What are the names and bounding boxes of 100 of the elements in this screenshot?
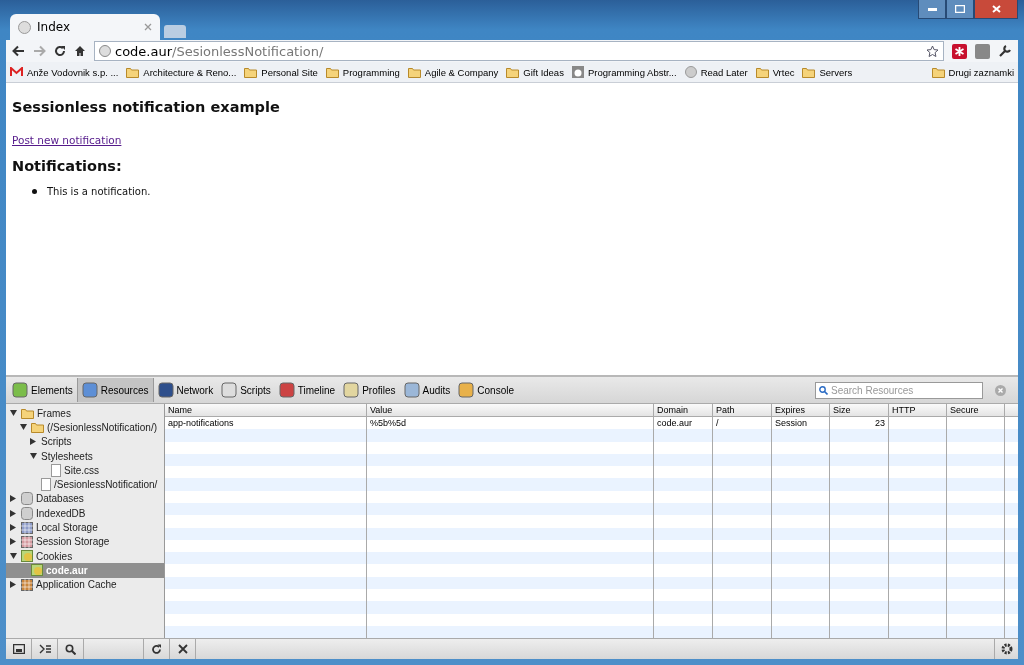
bookmark-item[interactable]: Programming bbox=[325, 66, 400, 78]
panel-icon bbox=[278, 382, 295, 398]
devtools-tab[interactable]: Timeline bbox=[274, 378, 340, 402]
bookmark-item[interactable]: Gift Ideas bbox=[506, 66, 564, 78]
close-button[interactable] bbox=[974, 0, 1018, 19]
globe-icon bbox=[684, 66, 697, 78]
panel-icon bbox=[403, 382, 420, 398]
devtools-tab[interactable]: Scripts bbox=[217, 378, 275, 402]
folder-icon bbox=[21, 407, 34, 419]
tree-item[interactable]: IndexedDB bbox=[6, 506, 164, 521]
bookmark-item[interactable]: Personal Site bbox=[244, 66, 318, 78]
expanded-triangle-icon[interactable] bbox=[10, 553, 17, 560]
wrench-icon[interactable] bbox=[998, 44, 1012, 58]
folder-icon bbox=[244, 66, 258, 78]
tree-item[interactable]: Stylesheets bbox=[6, 448, 164, 464]
expanded-triangle-icon[interactable] bbox=[30, 453, 37, 460]
search-icon bbox=[819, 385, 828, 395]
home-icon[interactable] bbox=[74, 45, 86, 57]
notification-text: This is a notification. bbox=[47, 186, 151, 197]
asterisk-extension-icon[interactable] bbox=[952, 43, 967, 59]
minimize-button[interactable] bbox=[918, 0, 946, 19]
bookmark-item[interactable]: Anže Vodovnik s.p. ... bbox=[10, 66, 119, 78]
folder-icon bbox=[407, 66, 421, 78]
grid-icon bbox=[21, 535, 33, 548]
address-bar[interactable]: code.aur/SesionlessNotification/ bbox=[94, 41, 944, 61]
column-header[interactable]: Secure bbox=[947, 404, 1005, 416]
window-icon bbox=[12, 644, 25, 654]
bookmark-item[interactable]: Programming Abstr... bbox=[571, 66, 677, 78]
delete-icon bbox=[177, 644, 188, 654]
back-arrow-icon[interactable] bbox=[12, 45, 25, 57]
close-icon[interactable] bbox=[144, 23, 152, 31]
panel-icon bbox=[81, 382, 98, 398]
panel-icon bbox=[221, 382, 238, 398]
close-icon bbox=[991, 5, 1001, 13]
browser-tab[interactable]: Index bbox=[10, 14, 160, 40]
bullet-icon bbox=[32, 189, 37, 194]
tree-item[interactable]: Cookies bbox=[6, 548, 164, 564]
devtools-tab[interactable]: Profiles bbox=[339, 378, 400, 402]
search-icon bbox=[65, 643, 76, 655]
cookie-icon bbox=[31, 564, 43, 577]
folder-icon bbox=[325, 66, 339, 78]
tree-item[interactable]: Application Cache bbox=[6, 577, 164, 592]
section-heading: Notifications: bbox=[12, 158, 123, 174]
panel-icon bbox=[343, 382, 360, 398]
globe-icon bbox=[99, 45, 111, 57]
folder-icon bbox=[31, 421, 44, 433]
bookmark-item[interactable]: Servers bbox=[802, 66, 853, 78]
page-heading: Sessionless notification example bbox=[12, 99, 281, 115]
database-icon bbox=[21, 492, 33, 506]
grid-icon bbox=[21, 578, 33, 591]
minimize-icon bbox=[927, 7, 937, 11]
devtools-tab[interactable]: Console bbox=[454, 378, 519, 402]
folder-icon bbox=[126, 66, 140, 78]
column-header[interactable]: HTTP bbox=[889, 404, 947, 416]
collapsed-triangle-icon[interactable] bbox=[10, 581, 16, 589]
tree-item[interactable]: Frames bbox=[6, 406, 164, 421]
star-icon[interactable] bbox=[926, 44, 939, 58]
reload-icon[interactable] bbox=[54, 45, 66, 57]
devtools-tab[interactable]: Network bbox=[153, 378, 218, 402]
devtools-tab[interactable]: Elements bbox=[8, 378, 77, 402]
folder-icon bbox=[506, 66, 520, 78]
database-icon bbox=[21, 506, 33, 520]
refresh-icon bbox=[151, 643, 162, 655]
tree-item[interactable]: Local Storage bbox=[6, 520, 164, 535]
panel-icon bbox=[157, 382, 174, 398]
column-header[interactable]: Size bbox=[830, 404, 889, 416]
maximize-button[interactable] bbox=[946, 0, 974, 19]
globe-icon bbox=[18, 20, 31, 34]
column-header[interactable]: Value bbox=[367, 404, 654, 416]
folder-icon bbox=[755, 66, 769, 78]
file-icon bbox=[51, 463, 61, 477]
extension-icon[interactable] bbox=[975, 43, 990, 59]
file-icon bbox=[41, 478, 51, 492]
column-header[interactable]: Name bbox=[165, 404, 367, 416]
tree-item[interactable]: Site.css bbox=[6, 463, 164, 478]
panel-icon bbox=[12, 382, 28, 398]
column-header[interactable]: Path bbox=[713, 404, 772, 416]
bookmark-folder[interactable]: Drugi zaznamki bbox=[931, 66, 1014, 78]
tree-item[interactable]: (/SesionlessNotification/) bbox=[6, 420, 164, 435]
grid-icon bbox=[21, 521, 33, 534]
bookmark-item[interactable]: Architecture & Reno... bbox=[126, 66, 237, 78]
column-header[interactable]: Expires bbox=[772, 404, 830, 416]
tree-item[interactable]: Session Storage bbox=[6, 534, 164, 549]
column-header[interactable]: Domain bbox=[654, 404, 713, 416]
folder-icon bbox=[931, 66, 945, 78]
tree-item[interactable]: Scripts bbox=[6, 434, 164, 449]
settings-icon bbox=[1000, 643, 1013, 655]
panel-icon bbox=[458, 382, 475, 398]
devtools-tab[interactable]: Audits bbox=[399, 378, 455, 402]
bookmark-item[interactable]: Agile & Company bbox=[407, 66, 499, 78]
tree-item[interactable]: /SesionlessNotification/ bbox=[6, 477, 164, 492]
collapsed-triangle-icon[interactable] bbox=[30, 438, 36, 446]
tree-item[interactable]: Databases bbox=[6, 491, 164, 507]
bookmark-item[interactable]: Read Later bbox=[684, 66, 748, 78]
devtools-tab[interactable]: Resources bbox=[76, 378, 154, 402]
post-link[interactable]: Post new notification bbox=[12, 134, 122, 146]
maximize-icon bbox=[955, 5, 965, 13]
bookmark-item[interactable]: Vrtec bbox=[755, 66, 795, 78]
cookie-icon bbox=[21, 550, 33, 563]
mail-icon bbox=[10, 67, 23, 77]
